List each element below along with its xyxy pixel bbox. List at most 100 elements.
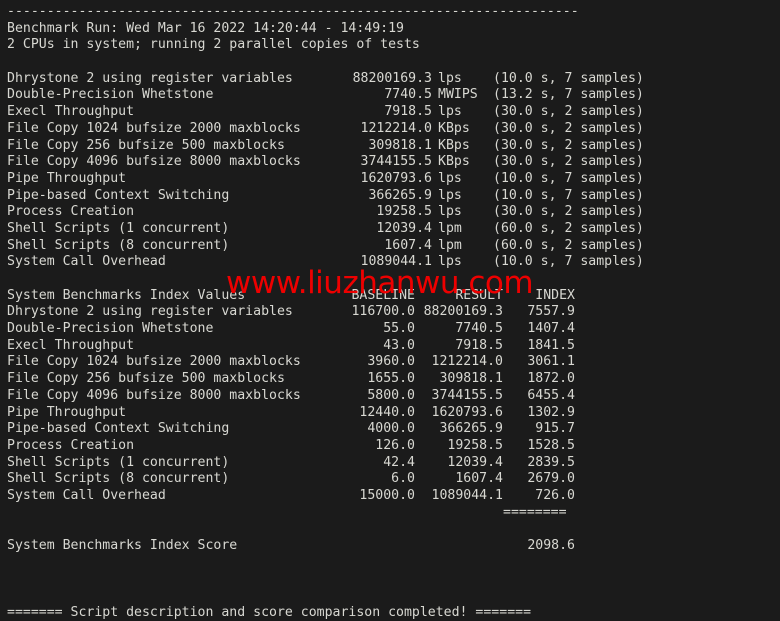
index-result: 19258.5 xyxy=(447,437,503,453)
result-value: 12039.4 xyxy=(376,220,432,236)
index-header-index: INDEX xyxy=(535,287,575,303)
result-sampling: (30.0 s, 2 samples) xyxy=(493,154,644,170)
result-unit: lpm xyxy=(438,237,462,253)
index-value-row: File Copy 4096 bufsize 8000 maxblocks 580… xyxy=(7,388,780,405)
result-value: 366265.9 xyxy=(368,187,432,203)
index-score: 1528.5 xyxy=(527,437,575,453)
index-test-name: Dhrystone 2 using register variables xyxy=(7,304,293,320)
result-sampling: (10.0 s, 7 samples) xyxy=(493,170,644,186)
index-baseline: 126.0 xyxy=(375,437,415,453)
index-value-row: System Call Overhead 15000.0 1089044.1 726.… xyxy=(7,488,780,505)
score-separator-pad xyxy=(7,505,503,522)
result-sampling: (10.0 s, 7 samples) xyxy=(493,254,644,270)
result-test-name: Pipe Throughput xyxy=(7,170,127,186)
index-test-name: File Copy 4096 bufsize 8000 maxblocks xyxy=(7,387,301,403)
index-result: 309818.1 xyxy=(439,371,503,387)
result-unit: KBps xyxy=(438,154,470,170)
index-result: 1607.4 xyxy=(455,471,503,487)
index-header-title: System Benchmarks Index Values xyxy=(7,287,246,303)
result-test-name: Execl Throughput xyxy=(7,104,135,120)
index-result: 1620793.6 xyxy=(431,404,503,420)
result-value: 7918.5 xyxy=(384,104,432,120)
result-unit: lps xyxy=(438,104,462,120)
benchmark-result-row: Pipe-based Context Switching 366265.9 lps (… xyxy=(7,188,780,205)
result-value: 3744155.5 xyxy=(360,154,432,170)
index-baseline: 43.0 xyxy=(383,337,415,353)
benchmark-result-row: File Copy 1024 bufsize 2000 maxblocks 121… xyxy=(7,121,780,138)
index-score: 1302.9 xyxy=(527,404,575,420)
result-unit: lps xyxy=(438,70,462,86)
result-value: 19258.5 xyxy=(376,204,432,220)
index-score: 726.0 xyxy=(535,487,575,503)
index-baseline: 55.0 xyxy=(383,321,415,337)
result-unit: lps xyxy=(438,204,462,220)
result-unit: MWIPS xyxy=(438,87,478,103)
result-test-name: File Copy 4096 bufsize 8000 maxblocks xyxy=(7,154,301,170)
result-sampling: (60.0 s, 2 samples) xyxy=(493,220,644,236)
result-test-name: Shell Scripts (1 concurrent) xyxy=(7,220,230,236)
index-score: 2679.0 xyxy=(527,471,575,487)
benchmark-result-row: Double-Precision Whetstone 7740.5 MWIPS (13… xyxy=(7,87,780,104)
index-value-row: Pipe Throughput 12440.0 1620793.6 1302.9 xyxy=(7,405,780,422)
index-baseline: 42.4 xyxy=(383,454,415,470)
result-value: 1620793.6 xyxy=(360,170,432,186)
result-unit: lpm xyxy=(438,220,462,236)
index-header-baseline: BASELINE xyxy=(351,287,415,303)
index-value-row: Execl Throughput 43.0 7918.5 1841.5 xyxy=(7,338,780,355)
result-test-name: Double-Precision Whetstone xyxy=(7,87,214,103)
index-baseline: 6.0 xyxy=(391,471,415,487)
benchmark-result-row: Process Creation 19258.5 lps (30.0 s, 2 sam… xyxy=(7,204,780,221)
index-result: 12039.4 xyxy=(447,454,503,470)
result-value: 7740.5 xyxy=(384,87,432,103)
index-baseline: 15000.0 xyxy=(359,487,415,503)
index-value-row: File Copy 256 bufsize 500 maxblocks 1655.… xyxy=(7,371,780,388)
index-result: 88200169.3 xyxy=(423,304,503,320)
index-score-value: 2098.6 xyxy=(527,538,575,553)
index-test-name: File Copy 256 bufsize 500 maxblocks xyxy=(7,371,285,387)
index-test-name: Shell Scripts (8 concurrent) xyxy=(7,471,230,487)
index-score: 7557.9 xyxy=(527,304,575,320)
index-result: 1089044.1 xyxy=(431,487,503,503)
index-result: 1212214.0 xyxy=(431,354,503,370)
index-table-header: System Benchmarks Index Values BASELINE … xyxy=(7,288,780,305)
cpu-info-line: 2 CPUs in system; running 2 parallel cop… xyxy=(7,37,420,53)
result-value: 1212214.0 xyxy=(360,120,432,136)
index-score: 1407.4 xyxy=(527,321,575,337)
result-unit: lps xyxy=(438,187,462,203)
index-test-name: Double-Precision Whetstone xyxy=(7,321,214,337)
index-score: 1841.5 xyxy=(527,337,575,353)
index-test-name: System Call Overhead xyxy=(7,487,166,503)
index-score: 6455.4 xyxy=(527,387,575,403)
index-value-row: Pipe-based Context Switching 4000.0 366265… xyxy=(7,421,780,438)
terminal-window[interactable]: ----------------------------------------… xyxy=(0,0,780,620)
index-value-row: Double-Precision Whetstone 55.0 7740.5 1407… xyxy=(7,321,780,338)
benchmark-result-row: File Copy 4096 bufsize 8000 maxblocks 374… xyxy=(7,154,780,171)
index-value-row: Shell Scripts (8 concurrent) 6.0 1607.4 267… xyxy=(7,471,780,488)
index-score-row: System Benchmarks Index Score 2098.6 xyxy=(7,538,780,555)
score-separator: ======== xyxy=(503,504,567,520)
result-sampling: (30.0 s, 2 samples) xyxy=(493,204,644,220)
result-value: 88200169.3 xyxy=(352,70,432,86)
result-value: 309818.1 xyxy=(368,137,432,153)
index-values-list: Dhrystone 2 using register variables 1167… xyxy=(7,304,780,504)
index-value-row: Dhrystone 2 using register variables 1167… xyxy=(7,304,780,321)
result-sampling: (10.0 s, 7 samples) xyxy=(493,70,644,86)
index-result: 366265.9 xyxy=(439,421,503,437)
index-score: 1872.0 xyxy=(527,371,575,387)
index-header-result: RESULT xyxy=(455,287,503,303)
benchmark-result-row: System Call Overhead 1089044.1 lps (10.0 s,… xyxy=(7,254,780,271)
index-test-name: Pipe Throughput xyxy=(7,404,127,420)
result-test-name: Shell Scripts (8 concurrent) xyxy=(7,237,230,253)
score-separator-line: ======== xyxy=(7,505,780,522)
result-test-name: Dhrystone 2 using register variables xyxy=(7,70,293,86)
index-baseline: 12440.0 xyxy=(359,404,415,420)
benchmark-result-row: Execl Throughput 7918.5 lps (30.0 s, 2 samp… xyxy=(7,104,780,121)
index-score: 2839.5 xyxy=(527,454,575,470)
result-sampling: (30.0 s, 2 samples) xyxy=(493,120,644,136)
index-result: 7740.5 xyxy=(455,321,503,337)
